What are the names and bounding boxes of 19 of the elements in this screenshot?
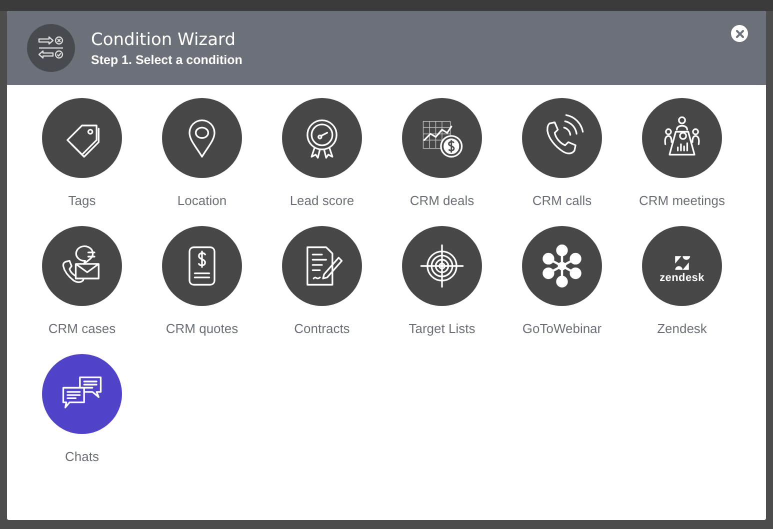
close-icon <box>736 30 744 38</box>
condition-label: Location <box>177 193 227 208</box>
condition-button[interactable]: zendesk <box>642 226 722 306</box>
condition-label: Tags <box>68 193 96 208</box>
condition-label: CRM meetings <box>639 193 725 208</box>
dialog-subtitle: Step 1. Select a condition <box>91 52 242 66</box>
condition-label: CRM quotes <box>166 321 238 336</box>
condition-label: Zendesk <box>657 321 707 336</box>
condition-label: Contracts <box>294 321 350 336</box>
condition-label: Target Lists <box>408 321 476 336</box>
condition-label: CRM cases <box>48 321 116 336</box>
dialog-title: Condition Wizard <box>91 30 237 50</box>
condition-label: CRM calls <box>532 193 592 208</box>
logo-text: zendesk <box>660 272 704 284</box>
close-button[interactable] <box>731 25 748 42</box>
condition-label: Lead score <box>290 193 354 208</box>
condition-label: CRM deals <box>410 193 474 208</box>
condition-label: GoToWebinar <box>522 321 602 336</box>
condition-label: Chats <box>65 449 99 464</box>
